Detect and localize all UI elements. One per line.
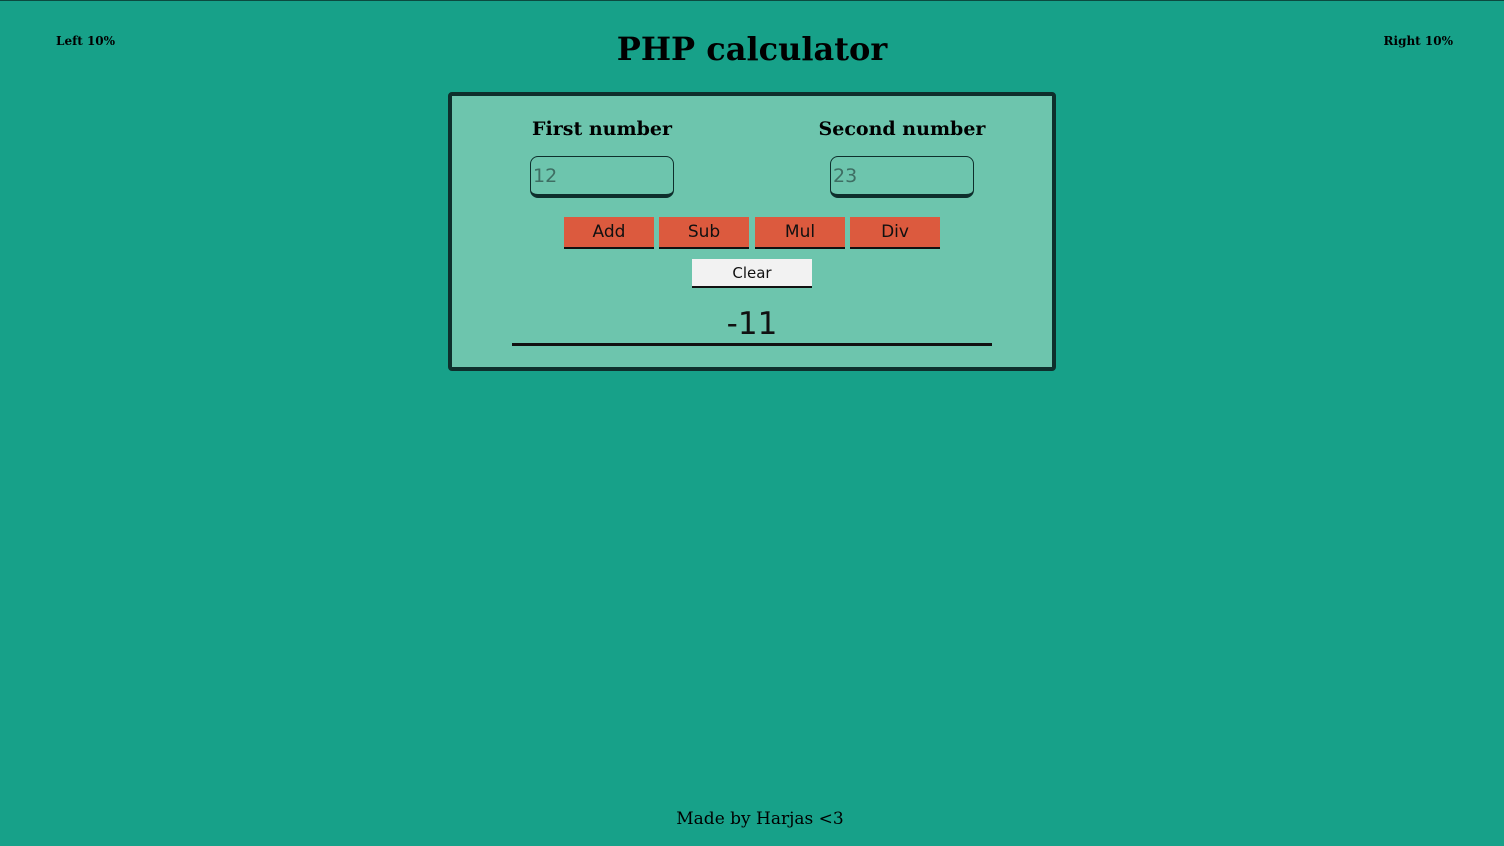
clear-button[interactable]: Clear [692, 259, 812, 288]
calculator-panel: First number Second number Add Sub Mul D… [448, 92, 1056, 371]
page-title: PHP calculator [616, 30, 888, 68]
first-number-label: First number [532, 118, 672, 140]
first-number-input[interactable] [530, 156, 674, 198]
second-number-input[interactable] [830, 156, 974, 198]
subtract-button[interactable]: Sub [659, 217, 749, 249]
result-display: -11 [512, 304, 992, 346]
footer-credit: Made by Harjas <3 [676, 809, 844, 829]
multiply-button[interactable]: Mul [755, 217, 845, 249]
second-number-label: Second number [818, 118, 986, 140]
right-margin-label: Right 10% [1383, 34, 1453, 48]
add-button[interactable]: Add [564, 217, 654, 249]
divide-button[interactable]: Div [850, 217, 940, 249]
